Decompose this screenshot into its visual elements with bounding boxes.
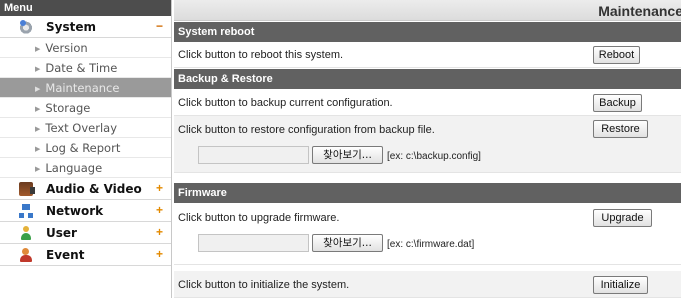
firmware-file-hint: [ex: c:\firmware.dat] bbox=[387, 239, 475, 250]
sidebar-group-audio-video[interactable]: Audio & Video + bbox=[0, 178, 171, 200]
sidebar-menu: Menu System − ▶ Version ▶ Date & Time ▶ Mai… bbox=[0, 0, 172, 298]
sidebar-group-system[interactable]: System − bbox=[0, 16, 171, 38]
sidebar-item-label: Text Overlay bbox=[45, 121, 118, 135]
menu-header: Menu bbox=[0, 0, 171, 16]
section-header-backup-restore: Backup & Restore bbox=[174, 69, 681, 89]
sidebar-group-label: Event bbox=[46, 247, 85, 262]
sidebar-group-label: Network bbox=[46, 203, 104, 218]
caret-right-icon: ▶ bbox=[35, 125, 41, 133]
sidebar-group-label: System bbox=[46, 19, 96, 34]
network-icon bbox=[19, 203, 33, 218]
sidebar-item-text-overlay[interactable]: ▶ Text Overlay bbox=[0, 118, 171, 138]
sidebar-group-network[interactable]: Network + bbox=[0, 200, 171, 222]
reboot-row: Click button to reboot this system. Rebo… bbox=[174, 42, 681, 68]
upgrade-button[interactable]: Upgrade bbox=[593, 209, 652, 227]
caret-right-icon: ▶ bbox=[35, 105, 41, 113]
backup-button[interactable]: Backup bbox=[593, 94, 642, 112]
title-bar: Maintenance bbox=[174, 0, 681, 21]
sidebar-item-language[interactable]: ▶ Language bbox=[0, 158, 171, 178]
caret-right-icon: ▶ bbox=[35, 65, 41, 73]
backup-file-input[interactable] bbox=[198, 146, 309, 164]
gear-monitor-icon bbox=[19, 19, 33, 34]
expand-icon[interactable]: + bbox=[156, 225, 163, 239]
event-icon bbox=[19, 247, 33, 262]
initialize-row: Click button to initialize the system. I… bbox=[174, 271, 681, 298]
upgrade-description: Click button to upgrade firmware. bbox=[178, 212, 340, 224]
section-header-firmware: Firmware bbox=[174, 183, 681, 203]
sidebar-item-maintenance[interactable]: ▶ Maintenance bbox=[0, 78, 171, 98]
firmware-file-input[interactable] bbox=[198, 234, 309, 252]
restore-button[interactable]: Restore bbox=[593, 120, 648, 138]
backup-row: Click button to backup current configura… bbox=[174, 89, 681, 116]
sidebar-item-label: Date & Time bbox=[45, 61, 118, 75]
sidebar-group-user[interactable]: User + bbox=[0, 222, 171, 244]
page-title: Maintenance bbox=[598, 3, 681, 19]
section-header-reboot: System reboot bbox=[174, 22, 681, 42]
reboot-button[interactable]: Reboot bbox=[593, 46, 640, 64]
sidebar-item-label: Language bbox=[45, 161, 103, 175]
caret-right-icon: ▶ bbox=[35, 145, 41, 153]
sidebar-item-label: Version bbox=[45, 41, 88, 55]
user-icon bbox=[19, 225, 33, 240]
upgrade-row: Click button to upgrade firmware. Upgrad… bbox=[174, 203, 681, 265]
sidebar-item-storage[interactable]: ▶ Storage bbox=[0, 98, 171, 118]
backup-description: Click button to backup current configura… bbox=[178, 97, 393, 109]
sidebar-group-label: Audio & Video bbox=[46, 181, 142, 196]
sidebar-group-event[interactable]: Event + bbox=[0, 244, 171, 266]
caret-right-icon: ▶ bbox=[35, 85, 41, 93]
sidebar-item-date-time[interactable]: ▶ Date & Time bbox=[0, 58, 171, 78]
caret-right-icon: ▶ bbox=[35, 45, 41, 53]
sidebar-item-label: Maintenance bbox=[45, 81, 120, 95]
restore-description: Click button to restore configuration fr… bbox=[178, 124, 435, 136]
backup-browse-button[interactable]: 찾아보기... bbox=[312, 146, 383, 164]
expand-icon[interactable]: + bbox=[156, 181, 163, 195]
initialize-description: Click button to initialize the system. bbox=[178, 279, 350, 291]
camera-icon bbox=[19, 181, 35, 196]
backup-file-hint: [ex: c:\backup.config] bbox=[387, 151, 481, 162]
restore-row: Click button to restore configuration fr… bbox=[174, 116, 681, 173]
collapse-icon[interactable]: − bbox=[156, 19, 163, 33]
caret-right-icon: ▶ bbox=[35, 165, 41, 173]
sidebar-item-label: Log & Report bbox=[45, 141, 121, 155]
sidebar-item-version[interactable]: ▶ Version bbox=[0, 38, 171, 58]
sidebar-item-label: Storage bbox=[45, 101, 91, 115]
main-panel: Maintenance System reboot Click button t… bbox=[174, 0, 681, 298]
sidebar-item-log-report[interactable]: ▶ Log & Report bbox=[0, 138, 171, 158]
firmware-browse-button[interactable]: 찾아보기... bbox=[312, 234, 383, 252]
reboot-description: Click button to reboot this system. bbox=[178, 49, 344, 61]
sidebar-group-label: User bbox=[46, 225, 77, 240]
initialize-button[interactable]: Initialize bbox=[593, 276, 648, 294]
expand-icon[interactable]: + bbox=[156, 203, 163, 217]
expand-icon[interactable]: + bbox=[156, 247, 163, 261]
